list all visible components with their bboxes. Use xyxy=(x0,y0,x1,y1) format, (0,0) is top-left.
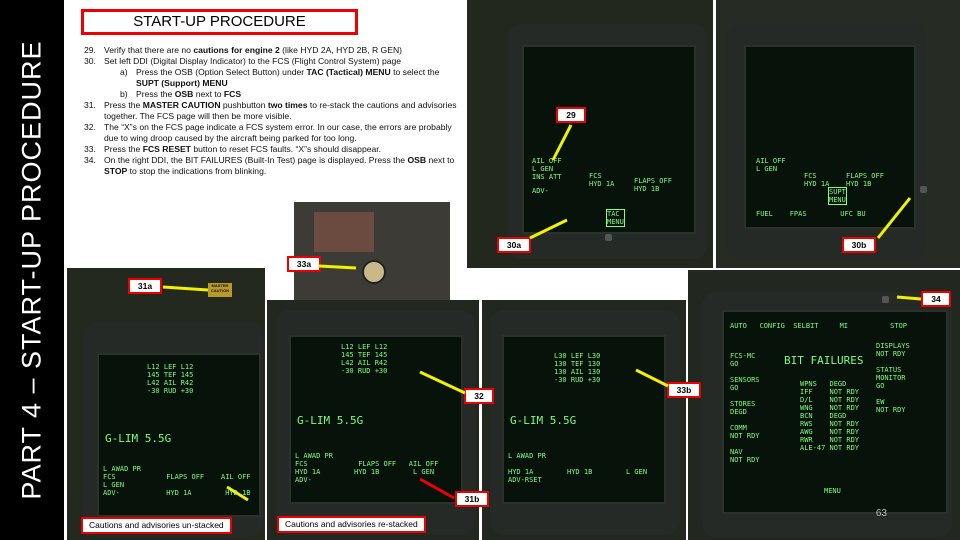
step-item: 32. The “X”s on the FCS page indicate a F… xyxy=(84,122,464,144)
supt-menu-label[interactable]: SUPT MENU xyxy=(828,187,847,205)
photo-fcs-restacked: L12 LEF L12 145 TEF 145 L42 AIL R42 -30 … xyxy=(267,300,479,540)
step-number: 32. xyxy=(84,122,96,132)
fcs-b-header: L12 LEF L12 145 TEF 145 L42 AIL R42 -30 … xyxy=(341,343,388,375)
step-text: Verify that there are no cautions for en… xyxy=(104,45,403,55)
photo-fcs-reset: L30 LEF L30 130 TEF 130 130 AIL 130 -30 … xyxy=(482,300,686,540)
fcs-reset-button[interactable] xyxy=(362,260,386,284)
step-number: b) xyxy=(120,89,128,99)
bit-title: BIT FAILURES xyxy=(784,354,864,367)
tag-34: 34 xyxy=(921,291,951,307)
step-item: 29. Verify that there are no cautions for… xyxy=(84,45,464,56)
photo-ddi-tac-menu: AIL OFF L GEN INS ATT FCS HYD 1A FLAPS O… xyxy=(467,0,713,268)
fcs-a-warnings: L AWAD PR FCS FLAPS OFF AIL OFF L GEN AD… xyxy=(103,465,251,497)
step-text: Press the MASTER CAUTION pushbutton two … xyxy=(104,100,457,121)
ddi2-bottom-label: FUEL FPAS UFC BU xyxy=(756,210,866,218)
ddi2-right-warnings: FLAPS OFF HYD 1B xyxy=(846,172,884,188)
photo-fcs-unstacked: MASTER CAUTION L12 LEF L12 145 TEF 145 L… xyxy=(67,268,265,540)
step-item: 31. Press the MASTER CAUTION pushbutton t… xyxy=(84,100,464,122)
step-number: 31. xyxy=(84,100,96,110)
tag-31b: 31b xyxy=(455,491,489,507)
step-number: 34. xyxy=(84,155,96,165)
step-text: Press the OSB (Option Select Button) und… xyxy=(136,67,440,88)
photo-bit-failures: AUTO CONFIG SELBIT MI STOP BIT FAILURES … xyxy=(688,270,960,540)
tag-33b: 33b xyxy=(667,382,701,398)
osb-stop[interactable] xyxy=(882,296,889,303)
step-item: 33. Press the FCS RESET button to reset F… xyxy=(84,144,464,155)
tac-menu-label[interactable]: TAC MENU xyxy=(606,209,625,227)
section-title: START-UP PROCEDURE xyxy=(81,9,358,35)
step-text: Press the OSB next to FCS xyxy=(136,89,242,99)
step-item: 30. Set left DDI (Digital Display Indicat… xyxy=(84,56,464,67)
ddi-mid-warnings: FCS HYD 1A xyxy=(589,172,615,188)
step-number: 30. xyxy=(84,56,96,66)
tag-32: 32 xyxy=(464,388,494,404)
photo-ddi-supt-menu: AIL OFF L GEN FCS HYD 1A FLAPS OFF HYD 1… xyxy=(716,0,960,268)
tag-31a: 31a xyxy=(128,278,162,294)
bit-mid-column: WPNS DEGD IFF NOT RDY D/L NOT RDY WNG NO… xyxy=(800,380,860,452)
osb-tac-menu[interactable] xyxy=(605,234,612,241)
tag-30b: 30b xyxy=(842,237,876,253)
step-text: Press the FCS RESET button to reset FCS … xyxy=(104,144,382,154)
ddi-bottom-label: ADV- xyxy=(532,187,549,195)
tag-30a: 30a xyxy=(497,237,531,253)
master-caution-light[interactable]: MASTER CAUTION xyxy=(208,283,232,297)
fcs-screen-b: L12 LEF L12 145 TEF 145 L42 AIL R42 -30 … xyxy=(289,335,463,504)
ddi-screen: AIL OFF L GEN INS ATT FCS HYD 1A FLAPS O… xyxy=(522,45,696,234)
sidebar: PART 4 – START-UP PROCEDURE xyxy=(0,0,64,540)
fcs-a-glim: G-LIM 5.5G xyxy=(105,432,172,445)
ddi-left-warnings: AIL OFF L GEN INS ATT xyxy=(532,157,562,181)
bit-left-column: FCS-MC GO SENSORS GO STORES DEGD COMM NO… xyxy=(730,352,760,464)
photo-fcs-reset-panel xyxy=(294,202,450,300)
fcs-screen-a: L12 LEF L12 145 TEF 145 L42 AIL R42 -30 … xyxy=(97,353,261,517)
step-item: 34. On the right DDI, the BIT FAILURES (B… xyxy=(84,155,464,177)
step-text: Set left DDI (Digital Display Indicator)… xyxy=(104,56,402,66)
fcs-b-glim: G-LIM 5.5G xyxy=(297,414,364,427)
step-number: 29. xyxy=(84,45,96,55)
caption-restacked: Cautions and advisories re-stacked xyxy=(277,516,426,533)
bit-right-column: DISPLAYS NOT RDY STATUS MONITOR GO EW NO… xyxy=(876,342,910,414)
ddi2-mid-warnings: FCS HYD 1A xyxy=(804,172,830,188)
tag-29: 29 xyxy=(556,107,586,123)
step-number: 33. xyxy=(84,144,96,154)
step-number: a) xyxy=(120,67,128,77)
fcs-c-glim: G-LIM 5.5G xyxy=(510,414,577,427)
fcs-c-warnings: L AWAD PR HYD 1A HYD 1B L GEN ADV-RSET xyxy=(508,452,648,484)
ddi2-left-warnings: AIL OFF L GEN xyxy=(756,157,786,173)
side-title: PART 4 – START-UP PROCEDURE xyxy=(16,40,47,500)
fcs-b-warnings: L AWAD PR FCS FLAPS OFF AIL OFF HYD 1A H… xyxy=(295,452,439,484)
step-item: a) Press the OSB (Option Select Button) u… xyxy=(84,67,464,89)
caption-unstacked: Cautions and advisories un-stacked xyxy=(81,517,232,534)
ddi-right-warnings: FLAPS OFF HYD 1B xyxy=(634,177,672,193)
step-list: 29. Verify that there are no cautions for… xyxy=(84,45,464,177)
bit-menu-label[interactable]: MENU xyxy=(824,487,841,495)
step-text: The “X”s on the FCS page indicate a FCS … xyxy=(104,122,452,143)
bit-screen: AUTO CONFIG SELBIT MI STOP BIT FAILURES … xyxy=(722,310,948,514)
bit-top-labels: AUTO CONFIG SELBIT MI STOP xyxy=(730,322,908,330)
fcs-screen-c: L30 LEF L30 130 TEF 130 130 AIL 130 -30 … xyxy=(502,335,666,504)
fcs-c-header: L30 LEF L30 130 TEF 130 130 AIL 130 -30 … xyxy=(554,352,601,384)
step-text: On the right DDI, the BIT FAILURES (Buil… xyxy=(104,155,455,176)
tag-33a: 33a xyxy=(287,256,321,272)
page-number: 63 xyxy=(875,508,887,519)
step-item: b) Press the OSB next to FCS xyxy=(84,89,464,100)
osb-fcs[interactable] xyxy=(920,186,927,193)
fcs-a-header: L12 LEF L12 145 TEF 145 L42 AIL R42 -30 … xyxy=(147,363,194,395)
ddi-screen-2: AIL OFF L GEN FCS HYD 1A FLAPS OFF HYD 1… xyxy=(744,45,916,229)
